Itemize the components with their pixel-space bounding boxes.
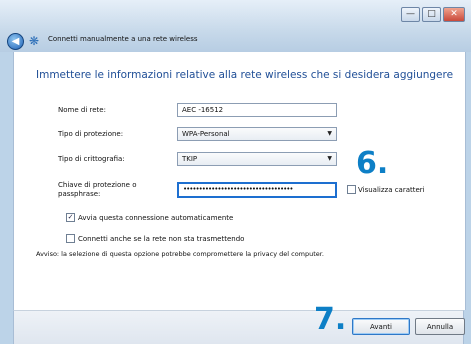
maximize-button[interactable]: □ xyxy=(422,7,441,22)
window-controls: — □ ✕ xyxy=(401,7,465,22)
connect-hidden-label: Connetti anche se la rete non sta trasme… xyxy=(78,235,245,243)
auto-connect-checkbox[interactable]: ✓ xyxy=(66,213,75,222)
show-characters-checkbox[interactable] xyxy=(347,185,356,194)
step-7-annotation: 7. xyxy=(314,302,347,337)
back-arrow-icon[interactable]: ◀ xyxy=(7,33,24,50)
minimize-button[interactable]: — xyxy=(401,7,420,22)
step-6-annotation: 6. xyxy=(356,146,389,181)
security-key-input[interactable]: ••••••••••••••••••••••••••••••••••• xyxy=(177,182,337,198)
cancel-button[interactable]: Annulla xyxy=(415,318,465,335)
show-characters-label: Visualizza caratteri xyxy=(358,186,425,194)
security-key-label: Chiave di protezione o passphrase: xyxy=(58,181,137,198)
security-type-select[interactable]: WPA-Personal ▼ xyxy=(177,127,337,141)
encryption-type-label: Tipo di crittografia: xyxy=(58,155,125,163)
close-button[interactable]: ✕ xyxy=(443,7,465,22)
network-name-label: Nome di rete: xyxy=(58,106,106,114)
next-button[interactable]: Avanti xyxy=(352,318,410,335)
network-name-input[interactable]: AEC -16512 xyxy=(177,103,337,117)
connect-hidden-checkbox[interactable] xyxy=(66,234,75,243)
minimize-icon: — xyxy=(406,9,415,19)
security-type-label: Tipo di protezione: xyxy=(58,130,124,138)
checkmark-icon: ✓ xyxy=(67,213,74,221)
chevron-down-icon: ▼ xyxy=(327,130,332,137)
encryption-type-select[interactable]: TKIP ▼ xyxy=(177,152,337,166)
title-bar: — □ ✕ ◀ ❋ Connetti manualmente a una ret… xyxy=(0,0,471,52)
page-heading: Immettere le informazioni relative alla … xyxy=(36,69,454,81)
chevron-down-icon: ▼ xyxy=(327,155,332,162)
encryption-type-value: TKIP xyxy=(182,155,198,163)
close-icon: ✕ xyxy=(450,9,458,19)
maximize-icon: □ xyxy=(427,9,436,19)
window-title: Connetti manualmente a una rete wireless xyxy=(48,35,198,43)
wireless-network-icon: ❋ xyxy=(28,34,40,48)
auto-connect-label: Avvia questa connessione automaticamente xyxy=(78,214,234,222)
dialog-window: — □ ✕ ◀ ❋ Connetti manualmente a una ret… xyxy=(0,0,471,344)
privacy-warning: Avviso: la selezione di questa opzione p… xyxy=(36,250,324,258)
security-type-value: WPA-Personal xyxy=(182,130,230,138)
